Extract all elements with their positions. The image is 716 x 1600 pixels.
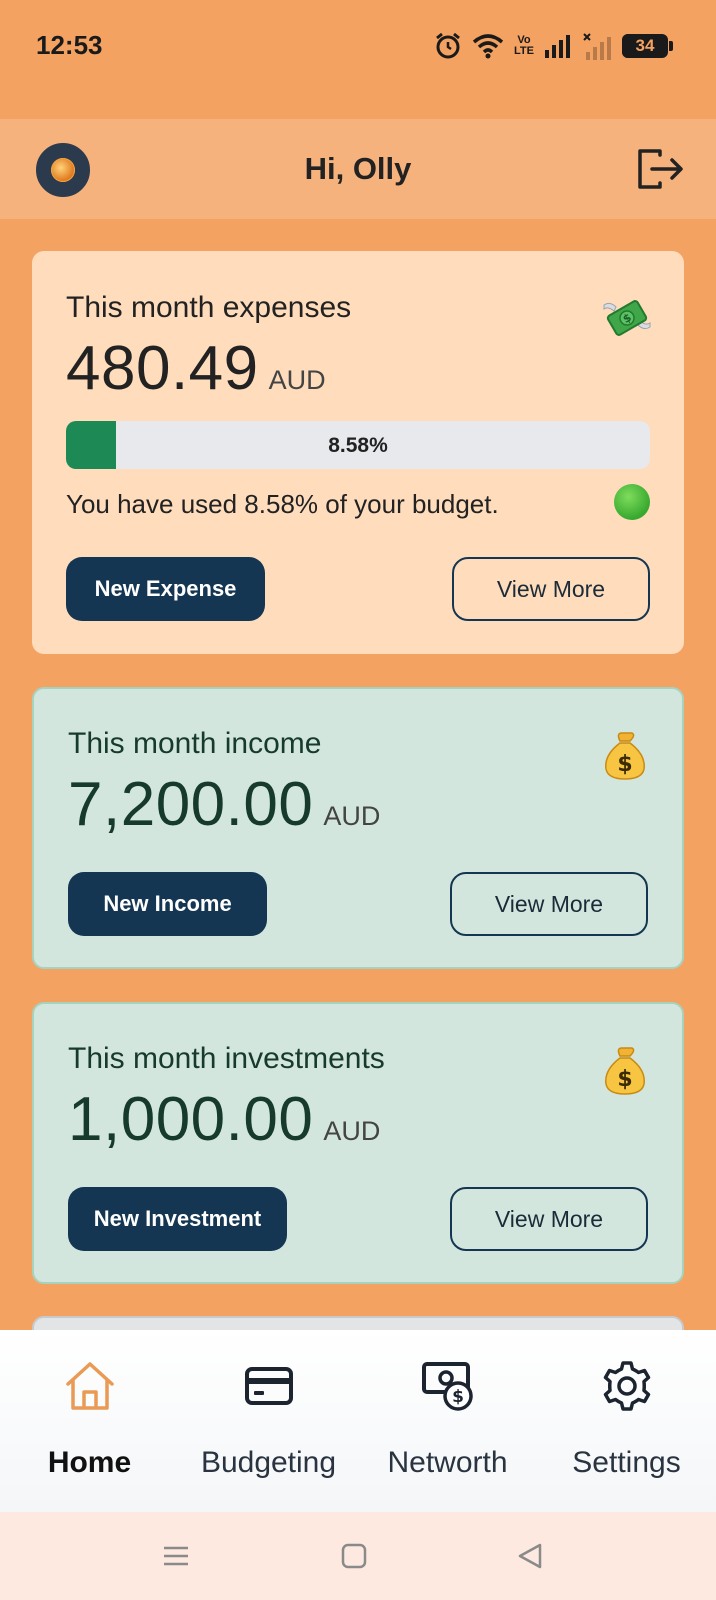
expenses-view-more-button[interactable]: View More	[452, 557, 650, 621]
budget-usage-message: You have used 8.58% of your budget.	[66, 489, 499, 519]
budget-progress-label: 8.58%	[328, 434, 388, 457]
income-currency: AUD	[323, 801, 381, 831]
home-icon	[65, 1362, 114, 1410]
new-income-button[interactable]: New Income	[68, 872, 267, 936]
system-navigation-bar	[0, 1512, 716, 1600]
svg-text:$: $	[617, 752, 632, 777]
volte-indicator: Vo LTE	[514, 35, 534, 57]
expenses-amount: 480.49	[66, 334, 259, 403]
income-amount-row: 7,200.00 AUD	[68, 769, 380, 840]
credit-card-icon	[244, 1367, 293, 1405]
expenses-card: This month expenses 480.49 AUD $ 8.58% Y…	[32, 251, 684, 654]
money-bag-icon: $	[605, 1047, 645, 1095]
greeting-title: Hi, Olly	[304, 151, 412, 186]
investments-card: This month investments 1,000.00 AUD $ Ne…	[32, 1002, 684, 1284]
nav-item-settings[interactable]: Settings	[537, 1330, 716, 1512]
volte-bottom-label: LTE	[514, 45, 534, 57]
wifi-icon	[472, 34, 504, 59]
income-amount: 7,200.00	[68, 770, 314, 839]
signal-strength-icon	[545, 35, 570, 58]
income-title: This month income	[68, 727, 322, 760]
investments-currency: AUD	[323, 1116, 381, 1146]
status-icons: Vo LTE 34	[434, 30, 673, 62]
income-card: This month income 7,200.00 AUD $ New Inc…	[32, 687, 684, 969]
expenses-amount-row: 480.49 AUD	[66, 333, 326, 404]
svg-text:$: $	[617, 1067, 632, 1092]
battery-level: 34	[635, 36, 655, 55]
nav-item-home[interactable]: Home	[0, 1330, 179, 1512]
budget-progress-bar: 8.58%	[66, 421, 650, 469]
logout-icon[interactable]	[636, 147, 686, 191]
status-bar: 12:53 Vo LTE 34	[0, 0, 716, 92]
svg-text:$: $	[452, 1387, 464, 1407]
status-time: 12:53	[36, 30, 103, 60]
battery-icon: 34	[622, 34, 673, 58]
money-with-wings-icon: $	[603, 300, 651, 336]
nav-item-budgeting[interactable]: Budgeting	[179, 1330, 358, 1512]
nav-label-home: Home	[47, 1446, 132, 1479]
nav-label-settings: Settings	[572, 1446, 681, 1479]
expenses-title: This month expenses	[66, 291, 352, 324]
income-view-more-button[interactable]: View More	[450, 872, 648, 936]
nav-item-networth[interactable]: $ Networth	[358, 1330, 537, 1512]
nav-label-budgeting: Budgeting	[200, 1446, 337, 1479]
cash-icon: $	[421, 1362, 473, 1411]
investments-amount-row: 1,000.00 AUD	[68, 1084, 380, 1155]
alarm-icon	[436, 32, 460, 59]
money-bag-icon: $	[605, 732, 645, 780]
bottom-navigation: Home Budgeting $ Networth Settings	[0, 1330, 716, 1512]
menu-icon[interactable]	[160, 1540, 192, 1572]
expenses-currency: AUD	[268, 365, 326, 395]
green-circle-icon	[614, 484, 650, 520]
back-triangle-icon[interactable]	[514, 1540, 546, 1572]
signal-no-service-icon	[583, 33, 611, 60]
gear-icon	[603, 1361, 650, 1411]
new-investment-button[interactable]: New Investment	[68, 1187, 287, 1251]
nav-label-networth: Networth	[387, 1446, 508, 1479]
home-square-icon[interactable]	[338, 1540, 370, 1572]
new-expense-button[interactable]: New Expense	[66, 557, 265, 621]
app-header: Hi, Olly	[0, 119, 716, 219]
investments-title: This month investments	[68, 1042, 385, 1075]
investments-amount: 1,000.00	[68, 1085, 314, 1154]
investments-view-more-button[interactable]: View More	[450, 1187, 648, 1251]
